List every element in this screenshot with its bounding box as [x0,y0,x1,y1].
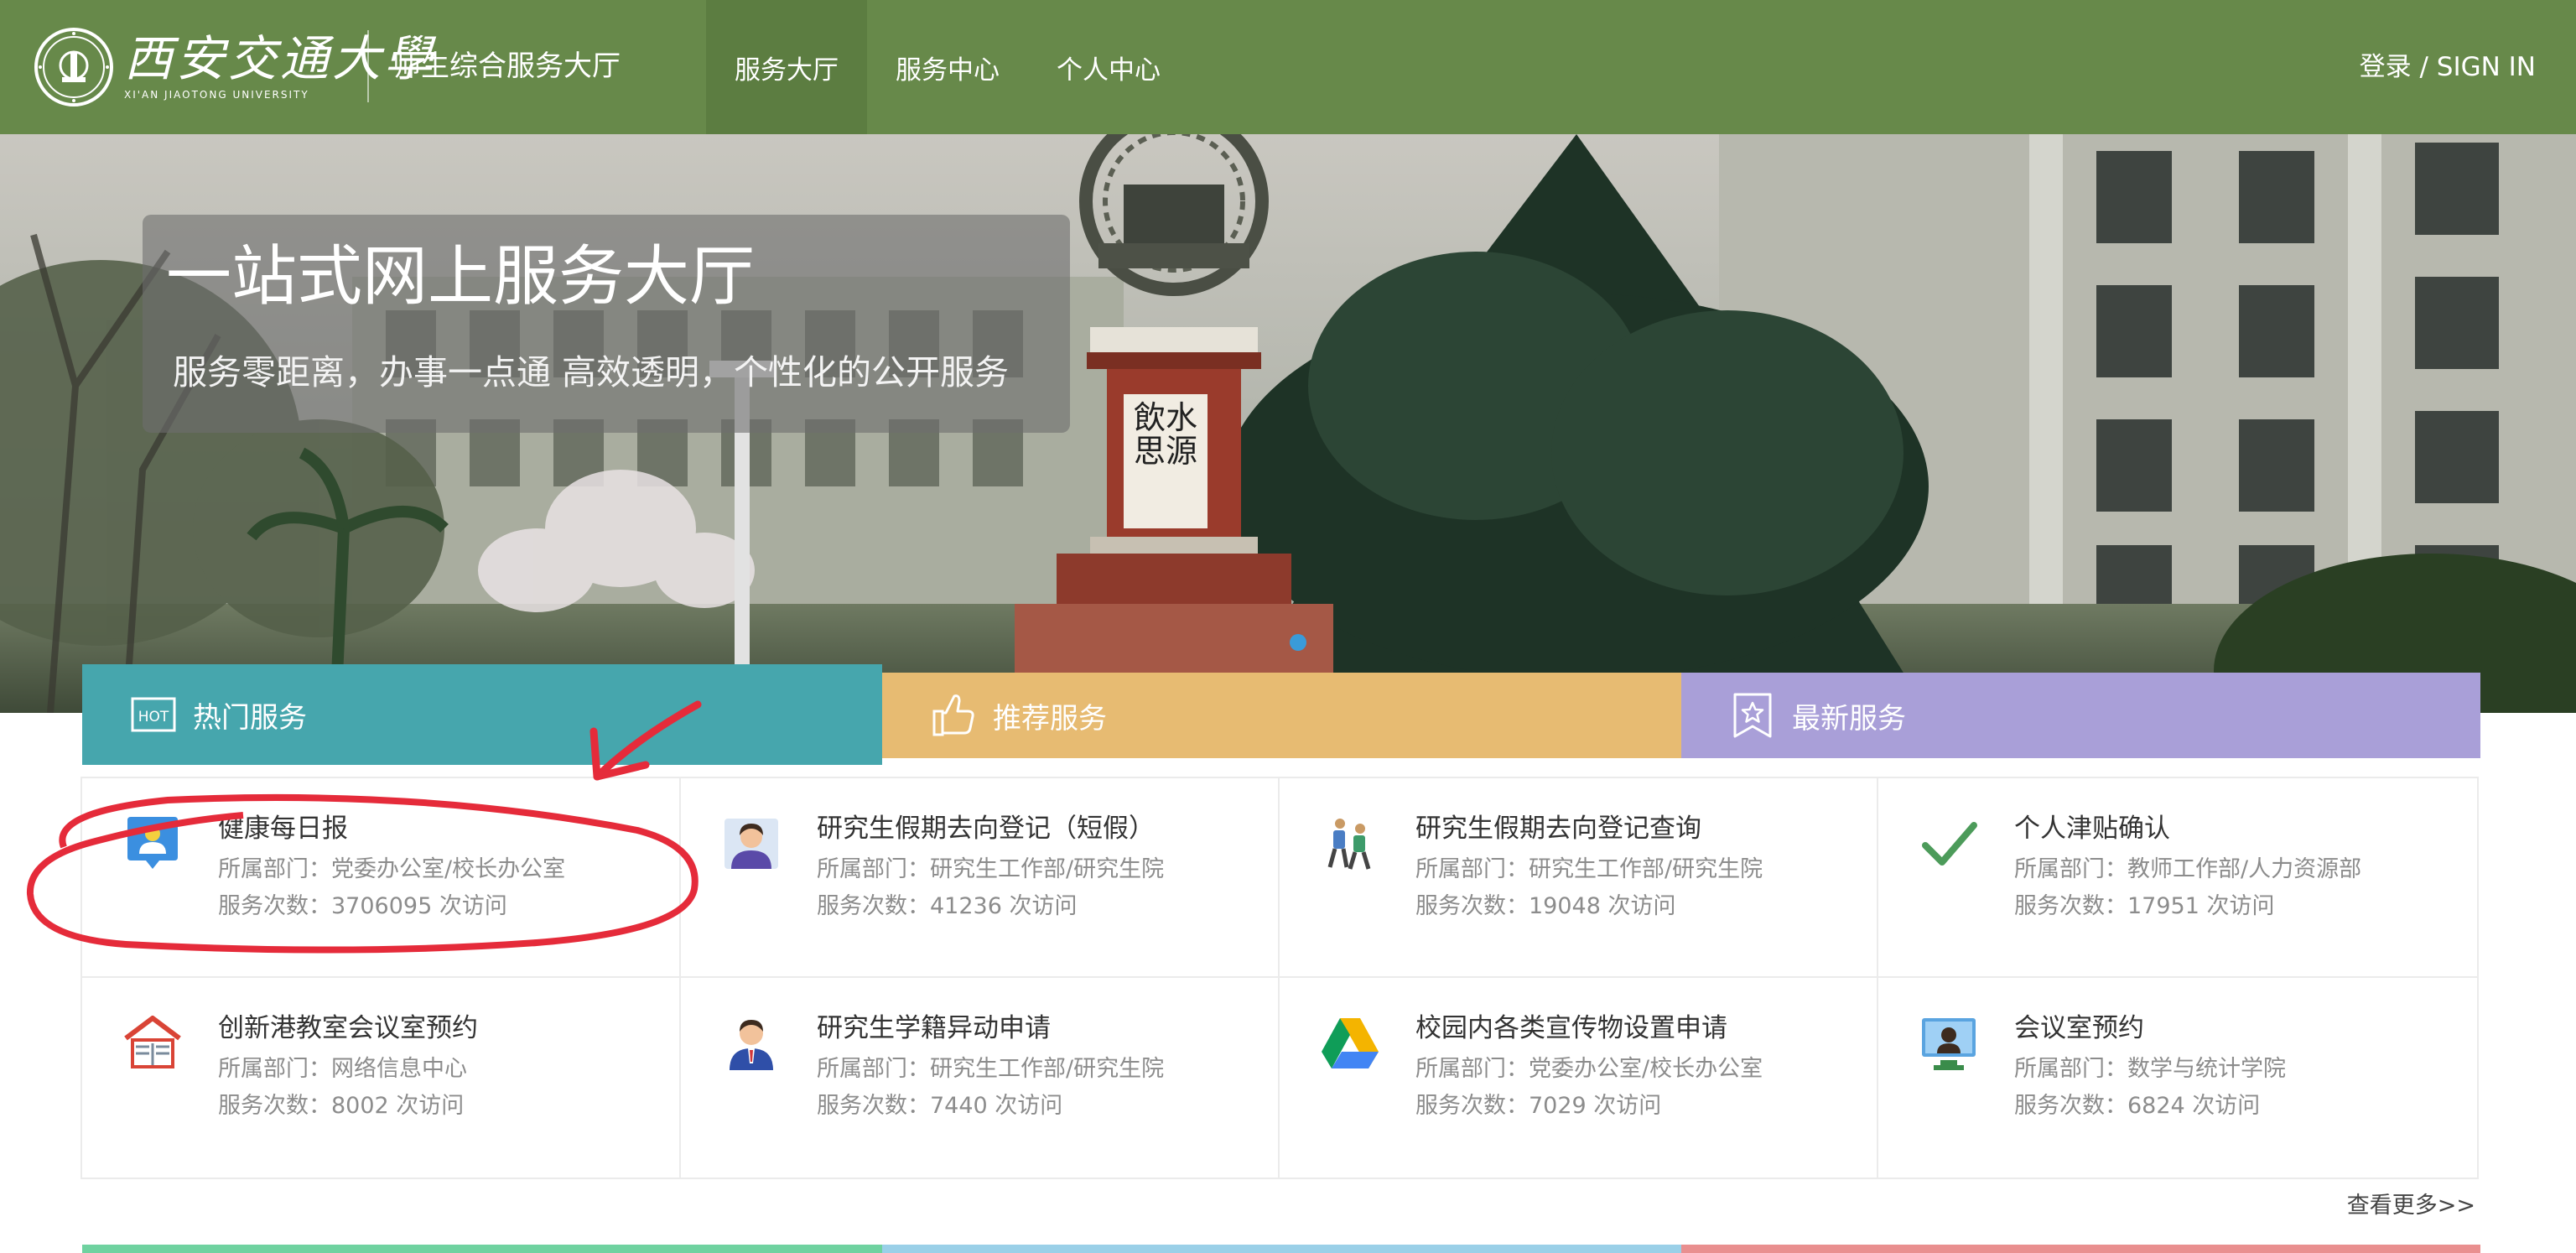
svg-text:HOT: HOT [138,709,169,725]
service-title: 研究生学籍异动申请 [817,1013,1051,1043]
banner-subtitle: 服务零距离，办事一点通 高效透明，个性化的公开服务 [173,352,1010,393]
triangle-drive-icon [1322,1018,1379,1068]
site-title: 师生综合服务大厅 [392,49,621,83]
student-avatar-icon [724,819,778,869]
service-visit-count: 服务次数：7440 次访问 [817,1093,1063,1119]
checkmark-icon [1922,822,1977,866]
tab-hot-services-label: 热门服务 [193,700,307,735]
service-card-allowance-confirmation[interactable]: 个人津贴确认 所属部门：教师工作部/人力资源部 服务次数：17951 次访问 [1878,778,2477,978]
university-logo[interactable]: 西安交通大學 XI'AN JIAOTONG UNIVERSITY [34,25,436,109]
service-visit-count: 服务次数：8002 次访问 [218,1093,465,1119]
main-nav: 服务大厅 服务中心 个人中心 [706,0,1189,134]
star-bookmark-icon [1733,693,1772,738]
logo-english-name: XI'AN JIAOTONG UNIVERSITY [124,89,309,101]
service-category-tabs: HOT 热门服务 推荐服务 最新服务 [82,664,2480,765]
next-section-tab-strip [82,1245,2480,1253]
nav-item-service-center[interactable]: 服务中心 [867,0,1028,134]
tab-recommended-services-label: 推荐服务 [993,701,1107,736]
carousel-indicator-dot[interactable] [1290,634,1306,651]
strip-segment [82,1245,882,1253]
person-badge-icon [127,817,178,869]
tab-recommended-services[interactable]: 推荐服务 [882,673,1681,758]
service-title: 研究生假期去向登记查询 [1415,814,1701,844]
hero-banner: 飲水思源 一站式网上服务大厅 服务零距离，办事一点通 高效透明，个性化的公开服务 [0,134,2576,713]
service-department: 所属部门：研究生工作部/研究生院 [1415,856,1763,882]
university-seal-icon [34,28,113,107]
service-card-grad-vacation-query[interactable]: 研究生假期去向登记查询 所属部门：研究生工作部/研究生院 服务次数：19048 … [1280,778,1878,978]
login-link[interactable]: 登录 / SIGN IN [2360,44,2536,91]
logo-divider [367,30,369,102]
service-visit-count: 服务次数：17951 次访问 [2014,893,2275,919]
service-title: 校园内各类宣传物设置申请 [1415,1013,1727,1043]
view-more-link[interactable]: 查看更多>> [2347,1189,2475,1223]
top-header: 西安交通大學 XI'AN JIAOTONG UNIVERSITY 师生综合服务大… [0,0,2576,134]
service-department: 所属部门：网络信息中心 [218,1056,467,1082]
banner-title: 一站式网上服务大厅 [166,239,756,315]
nav-item-service-hall[interactable]: 服务大厅 [706,0,867,134]
strip-segment [882,1245,1681,1253]
service-department: 所属部门：教师工作部/人力资源部 [2014,856,2362,882]
banner-caption-box: 一站式网上服务大厅 服务零距离，办事一点通 高效透明，个性化的公开服务 [143,215,1070,433]
service-title: 健康每日报 [218,814,348,844]
thumbs-up-icon [932,694,974,736]
service-visit-count: 服务次数：3706095 次访问 [218,893,507,919]
service-title: 个人津贴确认 [2014,814,2170,844]
logo-chinese-name: 西安交通大學 [124,30,437,87]
monitor-person-icon [1922,1018,1976,1070]
service-department: 所属部门：数学与统计学院 [2014,1056,2286,1082]
service-card-meeting-room-booking[interactable]: 会议室预约 所属部门：数学与统计学院 服务次数：6824 次访问 [1878,978,2477,1178]
tab-latest-services[interactable]: 最新服务 [1681,673,2480,758]
businessman-avatar-icon [730,1020,773,1070]
service-title: 创新港教室会议室预约 [218,1013,478,1043]
monument-inscription: 飲水思源 [1133,399,1197,470]
tab-latest-services-label: 最新服务 [1792,701,1906,736]
service-title: 研究生假期去向登记（短假） [817,814,1155,844]
service-card-health-daily-report[interactable]: 健康每日报 所属部门：党委办公室/校长办公室 服务次数：3706095 次访问 [82,778,681,978]
service-card-grad-vacation-short[interactable]: 研究生假期去向登记（短假） 所属部门：研究生工作部/研究生院 服务次数：4123… [681,778,1280,978]
service-department: 所属部门：党委办公室/校长办公室 [1415,1056,1763,1082]
service-visit-count: 服务次数：19048 次访问 [1415,893,1676,919]
service-visit-count: 服务次数：7029 次访问 [1415,1093,1662,1119]
service-visit-count: 服务次数：6824 次访问 [2014,1093,2261,1119]
strip-segment [1681,1245,2480,1253]
service-card-grad-status-change[interactable]: 研究生学籍异动申请 所属部门：研究生工作部/研究生院 服务次数：7440 次访问 [681,978,1280,1178]
hot-services-grid: 健康每日报 所属部门：党委办公室/校长办公室 服务次数：3706095 次访问 … [80,777,2479,1179]
hot-icon: HOT [131,697,176,732]
hikers-icon [1327,819,1371,870]
service-card-classroom-booking[interactable]: 创新港教室会议室预约 所属部门：网络信息中心 服务次数：8002 次访问 [82,978,681,1178]
service-department: 所属部门：研究生工作部/研究生院 [817,1056,1165,1082]
service-department: 所属部门：党委办公室/校长办公室 [218,856,566,882]
tab-hot-services[interactable]: HOT 热门服务 [82,664,882,765]
logo-text: 西安交通大學 XI'AN JIAOTONG UNIVERSITY [124,33,436,101]
classroom-book-icon [124,1016,181,1068]
service-title: 会议室预约 [2014,1013,2144,1043]
service-card-campus-promotion-application[interactable]: 校园内各类宣传物设置申请 所属部门：党委办公室/校长办公室 服务次数：7029 … [1280,978,1878,1178]
nav-item-personal-center[interactable]: 个人中心 [1028,0,1189,134]
service-department: 所属部门：研究生工作部/研究生院 [817,856,1165,882]
service-visit-count: 服务次数：41236 次访问 [817,893,1078,919]
